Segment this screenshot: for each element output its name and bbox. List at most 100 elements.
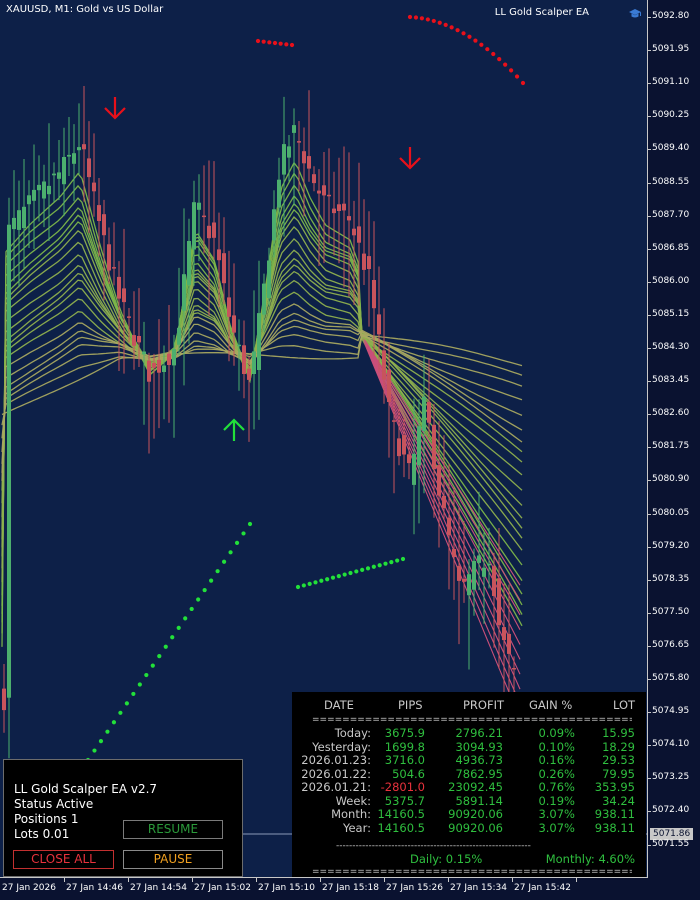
time-tick xyxy=(192,878,193,882)
price-label: 5081.75 xyxy=(652,441,690,451)
buy-trail-dot xyxy=(98,739,104,744)
stats-header: GAIN % xyxy=(529,698,573,712)
stats-separator: ========================================… xyxy=(312,868,632,876)
stats-gain-cell: 0.16% xyxy=(538,753,575,767)
time-label: 27 Jan 15:34 xyxy=(450,883,507,893)
buy-trail-dot xyxy=(137,682,142,687)
sell-trail-dot xyxy=(503,62,508,67)
sell-trail-dot xyxy=(255,38,261,44)
price-tick xyxy=(648,646,651,647)
candle-body xyxy=(317,190,321,194)
stats-lot-cell: 353.95 xyxy=(594,780,635,794)
buy-trail-dot xyxy=(170,635,175,640)
candle-body xyxy=(482,567,486,577)
stats-lot-cell: 938.11 xyxy=(594,807,635,821)
price-tick xyxy=(648,282,651,283)
sell-trail-dot xyxy=(514,74,520,79)
price-tick xyxy=(648,745,651,746)
stats-gain-cell: 3.07% xyxy=(538,807,575,821)
stats-profit-cell: 23092.45 xyxy=(448,780,503,794)
candle-body xyxy=(447,517,451,536)
candle-body xyxy=(107,244,111,271)
candle-body xyxy=(457,565,461,581)
ea-version: v2.7 xyxy=(130,782,158,796)
stats-profit-cell: 5891.14 xyxy=(455,793,503,808)
candle-body xyxy=(477,555,481,563)
candle-body xyxy=(297,141,301,143)
stats-dash-separator: ----------------------------------------… xyxy=(336,842,531,850)
pause-button[interactable]: PAUSE xyxy=(123,850,223,869)
stats-pips-cell: 3675.9 xyxy=(384,726,425,740)
lots-label: Lots xyxy=(14,827,39,841)
positions-label: Positions xyxy=(14,812,67,826)
buy-trail-dot xyxy=(189,606,194,612)
price-label: 5075.80 xyxy=(652,673,690,683)
candle-body xyxy=(167,353,171,365)
buy-trail-dot xyxy=(301,583,306,588)
close-all-button[interactable]: CLOSE ALL xyxy=(13,850,114,869)
price-tick xyxy=(648,580,651,581)
buy-trail-dot xyxy=(176,625,181,630)
price-chart[interactable]: XAUUSD, M1: Gold vs US Dollar LL Gold Sc… xyxy=(0,0,648,878)
sell-trail-dot xyxy=(455,28,460,33)
time-label: 27 Jan 14:46 xyxy=(66,883,123,893)
time-label: 27 Jan 2026 xyxy=(2,883,56,893)
stats-header: DATE xyxy=(324,698,354,712)
candle-body xyxy=(112,267,116,269)
candle-body xyxy=(42,181,46,199)
ea-status-row: Status Active xyxy=(14,797,93,811)
candle-body xyxy=(392,420,396,422)
sell-trail-dot xyxy=(278,41,283,46)
price-tick xyxy=(648,679,651,680)
stats-pips-cell: 3716.0 xyxy=(384,753,425,767)
time-tick xyxy=(320,878,321,882)
candle-body xyxy=(132,335,136,346)
stats-pips-cell: 1699.8 xyxy=(384,739,425,754)
candle-body xyxy=(272,209,276,241)
ma-ribbon-line xyxy=(1,202,523,606)
candle-body xyxy=(122,288,126,303)
stats-lot-cell: 79.95 xyxy=(602,766,635,781)
price-label: 5087.70 xyxy=(652,210,690,220)
price-label: 5074.10 xyxy=(652,739,690,749)
sell-trail-dot xyxy=(443,22,448,27)
candle-body xyxy=(127,316,131,318)
buy-trail-dot xyxy=(202,587,207,593)
sell-trail-dot xyxy=(289,42,295,48)
price-label: 5079.20 xyxy=(652,541,690,551)
candle-body xyxy=(2,688,6,711)
price-label: 5085.15 xyxy=(652,309,690,319)
candle-body xyxy=(67,154,71,157)
resume-button[interactable]: RESUME xyxy=(123,820,223,839)
buy-trail-dot xyxy=(330,575,336,580)
candle-body xyxy=(382,350,386,380)
price-tick xyxy=(648,778,651,779)
sell-trail-dot xyxy=(449,25,454,30)
buy-trail-dot xyxy=(234,540,240,545)
time-axis: 27 Jan 2026 27 Jan 14:46 27 Jan 14:54 27 Ja… xyxy=(0,878,648,900)
candle-body xyxy=(467,574,471,596)
candle-body xyxy=(22,206,26,229)
daily-gain: Daily: 0.15% xyxy=(410,852,483,866)
buy-trail-dot xyxy=(313,580,318,585)
status-value: Active xyxy=(56,797,94,811)
price-tick xyxy=(648,480,651,481)
candle-body xyxy=(152,362,156,368)
buy-trail-dot xyxy=(209,578,214,583)
candle-body xyxy=(177,327,181,345)
candle-body xyxy=(182,274,186,311)
stats-date-cell: Today: xyxy=(334,726,371,740)
candle-body xyxy=(442,495,446,509)
candle-body xyxy=(307,156,311,169)
sell-trail-dot xyxy=(485,47,490,52)
buy-trail-dot xyxy=(307,581,312,586)
price-tick xyxy=(648,249,651,250)
candle-body xyxy=(202,215,206,218)
stats-lot-cell: 18.29 xyxy=(602,739,635,754)
candle-body xyxy=(247,368,251,380)
candle-body xyxy=(237,344,241,347)
ea-positions-row: Positions 1 xyxy=(14,812,78,826)
sell-trail-dot xyxy=(491,51,496,57)
candle-body xyxy=(362,253,366,270)
buy-trail-dot xyxy=(92,748,97,753)
